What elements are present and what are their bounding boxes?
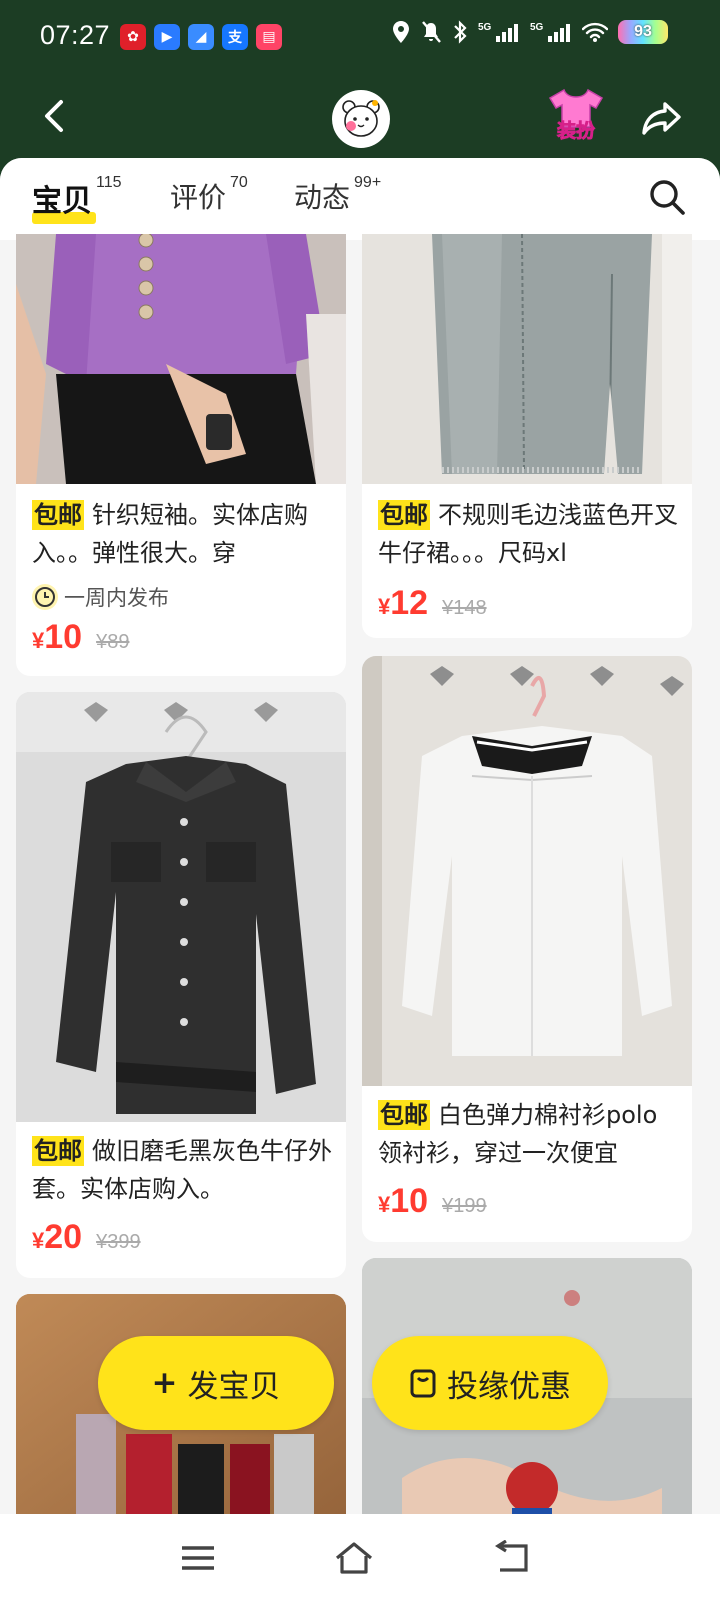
product-card[interactable]: 包邮 做旧磨毛黑灰色牛仔外套。实体店购入。 ¥20 ¥399 [16, 692, 346, 1278]
mute-icon [422, 21, 441, 43]
promo-button[interactable]: 投缘优惠 [372, 1336, 608, 1430]
free-shipping-badge: 包邮 [378, 1100, 430, 1130]
search-icon[interactable] [648, 178, 686, 216]
share-button[interactable] [640, 96, 684, 140]
tab-items[interactable]: 宝贝 115 [32, 174, 122, 224]
promo-icon [410, 1369, 436, 1398]
price: ¥12 [378, 584, 429, 622]
product-title: 包邮 白色弹力棉衬衫polo领衬衫，穿过一次便宜 [378, 1096, 678, 1172]
product-image [362, 656, 692, 1086]
shop-content: 宝贝 115 评价 70 动态 99+ 包邮 针织短袖。实体店购入。。弹性很大。… [0, 158, 720, 1514]
video-app-icon: ▶ [154, 24, 180, 50]
plus-icon: + [151, 1365, 178, 1401]
dressup-button[interactable]: 装扮 [546, 86, 606, 146]
product-image [16, 692, 346, 1122]
price-row: ¥10 ¥199 [378, 1182, 487, 1221]
price-row: ¥20 ¥399 [32, 1218, 141, 1257]
publish-time-text: 一周内发布 [64, 586, 169, 610]
signal-5g-icon: 5G [478, 22, 518, 42]
app-notification-icon: ✿ [120, 24, 146, 50]
price: ¥20 [32, 1218, 83, 1256]
original-price: ¥399 [96, 1231, 141, 1253]
free-shipping-badge: 包邮 [32, 500, 84, 530]
status-indicators: 5G 5G 93 [392, 20, 668, 44]
publish-label: 发宝贝 [187, 1368, 281, 1405]
tab-count: 99+ [354, 174, 382, 191]
tab-moments[interactable]: 动态 99+ [294, 174, 382, 216]
alipay-icon: 支 [222, 24, 248, 50]
bluetooth-icon [454, 20, 467, 44]
product-card[interactable]: 包邮 白色弹力棉衬衫polo领衬衫，穿过一次便宜 ¥10 ¥199 [362, 656, 692, 1242]
browser-app-icon: ◢ [188, 24, 214, 50]
signal-5g-icon-2: 5G [530, 22, 570, 42]
status-time: 07:27 [40, 20, 111, 50]
product-card[interactable]: 包邮 不规则毛边浅蓝色开叉牛仔裙。。。尺码xl ¥12 ¥148 [362, 234, 692, 638]
tab-count: 70 [230, 174, 248, 191]
tab-bar: 宝贝 115 评价 70 动态 99+ [0, 158, 720, 240]
product-card[interactable]: 包邮 针织短袖。实体店购入。。弹性很大。穿 一周内发布 ¥10 ¥89 [16, 234, 346, 676]
home-icon[interactable] [334, 1540, 374, 1576]
tab-reviews[interactable]: 评价 70 [170, 174, 248, 216]
tab-label: 评价 [170, 181, 227, 214]
product-image [362, 234, 692, 484]
status-bar: 07:27 ✿ ▶ ◢ 支 ▤ 5G 5G 93 [0, 0, 720, 76]
tab-label: 动态 [294, 181, 351, 214]
price-row: ¥12 ¥148 [378, 584, 487, 623]
product-title: 包邮 针织短袖。实体店购入。。弹性很大。穿 [32, 496, 332, 572]
svg-text:5G: 5G [530, 22, 544, 33]
menu-icon[interactable] [178, 1540, 218, 1576]
shopping-app-icon: ▤ [256, 24, 282, 50]
dressup-label: 装扮 [556, 120, 596, 143]
original-price: ¥148 [442, 597, 487, 619]
tab-label: 宝贝 [32, 184, 92, 219]
product-title: 包邮 做旧磨毛黑灰色牛仔外套。实体店购入。 [32, 1132, 332, 1208]
system-nav-bar [0, 1514, 720, 1600]
wifi-icon [582, 22, 608, 42]
publish-time: 一周内发布 [32, 582, 169, 612]
free-shipping-badge: 包邮 [378, 500, 430, 530]
back-button[interactable] [36, 96, 76, 136]
svg-text:5G: 5G [478, 22, 492, 33]
free-shipping-badge: 包邮 [32, 1136, 84, 1166]
promo-label: 投缘优惠 [447, 1368, 571, 1405]
tab-count: 115 [96, 174, 122, 191]
shop-header: 装扮 [0, 76, 720, 158]
publish-item-button[interactable]: + 发宝贝 [98, 1336, 334, 1430]
original-price: ¥199 [442, 1195, 487, 1217]
original-price: ¥89 [96, 631, 130, 653]
notification-icons: ✿ ▶ ◢ 支 ▤ [120, 24, 282, 50]
product-title: 包邮 不规则毛边浅蓝色开叉牛仔裙。。。尺码xl [378, 496, 678, 572]
avatar[interactable] [332, 90, 390, 148]
clock-icon [32, 584, 58, 610]
battery-icon: 93 [618, 20, 668, 44]
price-row: ¥10 ¥89 [32, 618, 129, 657]
back-nav-icon[interactable] [492, 1540, 532, 1576]
price: ¥10 [378, 1182, 429, 1220]
price: ¥10 [32, 618, 83, 656]
product-image [16, 234, 346, 484]
location-icon [393, 21, 409, 43]
bear-avatar-icon [342, 100, 380, 137]
